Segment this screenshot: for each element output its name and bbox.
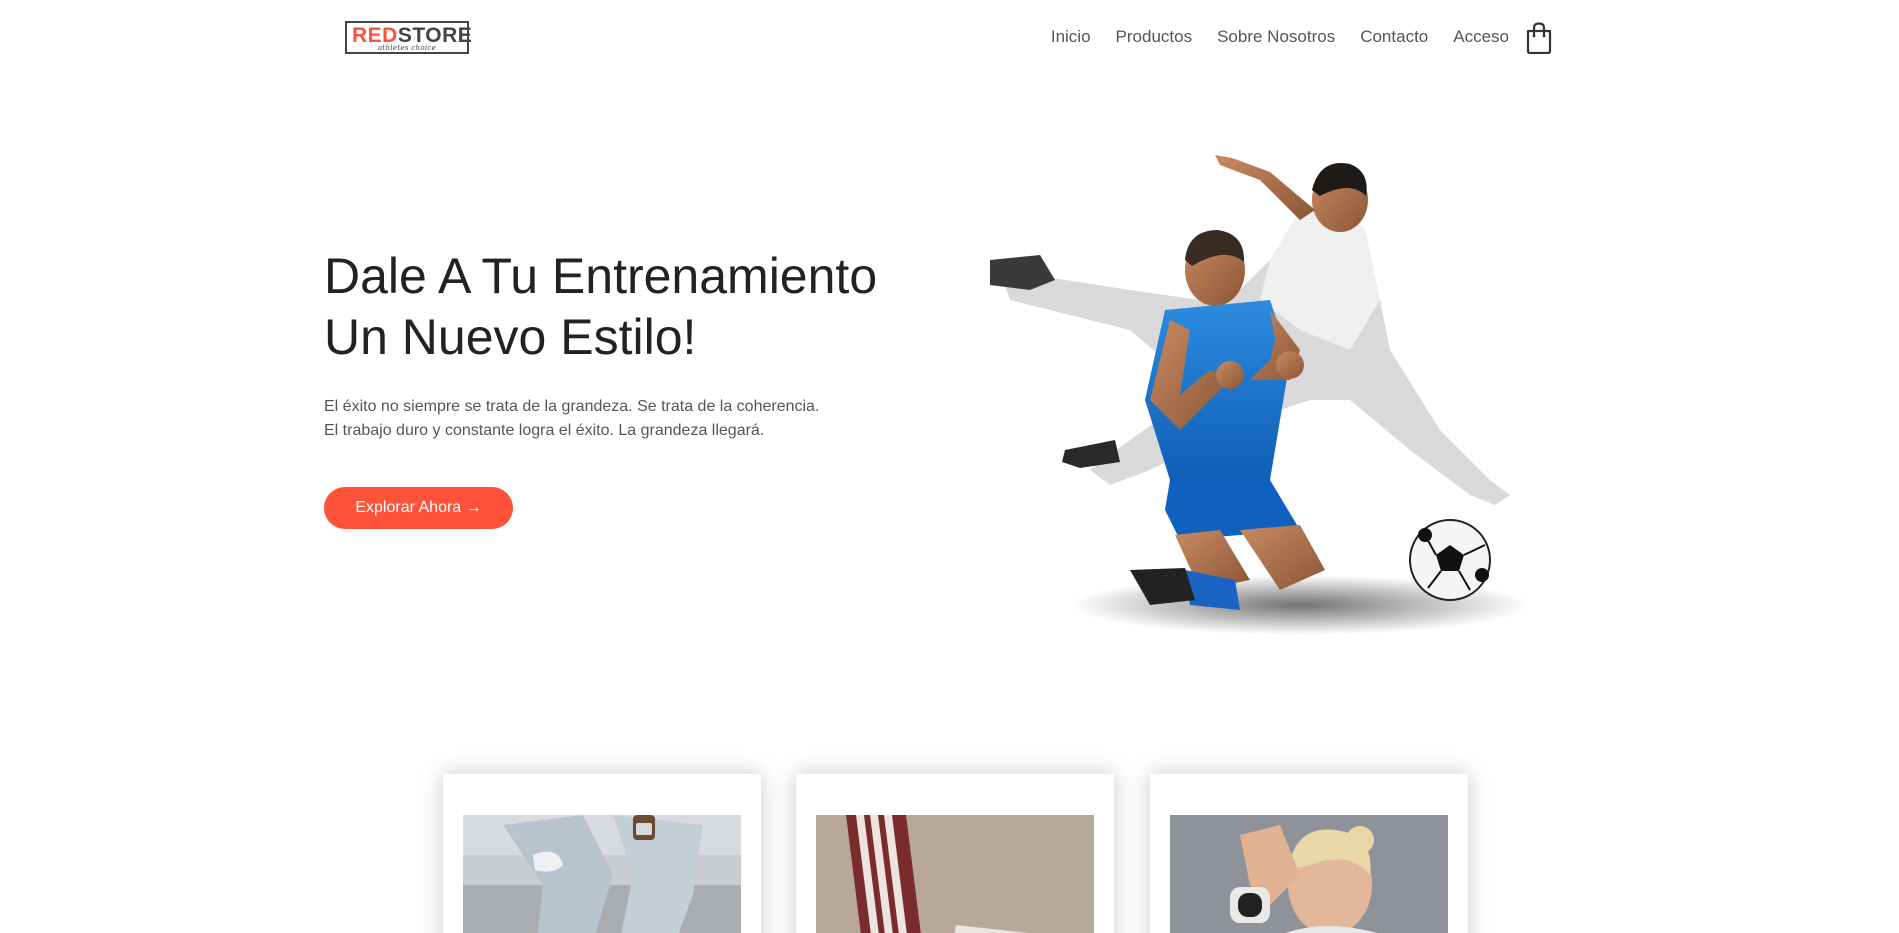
- category-card[interactable]: [796, 774, 1114, 933]
- category-card[interactable]: [1150, 774, 1468, 933]
- logo[interactable]: REDSTORE athletes choice: [345, 21, 472, 54]
- hero-text: Dale A Tu Entrenamiento Un Nuevo Estilo!…: [324, 246, 964, 443]
- navbar: REDSTORE athletes choice Inicio Producto…: [0, 0, 1899, 78]
- nav-item-acceso[interactable]: Acceso: [1453, 27, 1509, 47]
- woman-smartwatch-category-image: [1170, 815, 1448, 933]
- category-card[interactable]: [443, 774, 761, 933]
- striped-track-pants-category-image: [816, 815, 1094, 933]
- main-menu: Inicio Productos Sobre Nosotros Contacto…: [1026, 27, 1509, 47]
- shopping-bag-icon[interactable]: [1526, 22, 1552, 54]
- explore-now-button[interactable]: Explorar Ahora →: [324, 487, 513, 529]
- hero-title: Dale A Tu Entrenamiento Un Nuevo Estilo!: [324, 248, 878, 365]
- nav-item-sobre-nosotros[interactable]: Sobre Nosotros: [1217, 27, 1335, 47]
- torn-jeans-category-image: [463, 815, 741, 933]
- logo-tagline: athletes choice: [377, 44, 437, 52]
- nav-item-productos[interactable]: Productos: [1116, 27, 1193, 47]
- nav-item-inicio[interactable]: Inicio: [1051, 27, 1091, 47]
- hero-description: El éxito no siempre se trata de la grand…: [324, 398, 820, 439]
- nav-item-contacto[interactable]: Contacto: [1360, 27, 1428, 47]
- soccer-players-image: [990, 155, 1530, 635]
